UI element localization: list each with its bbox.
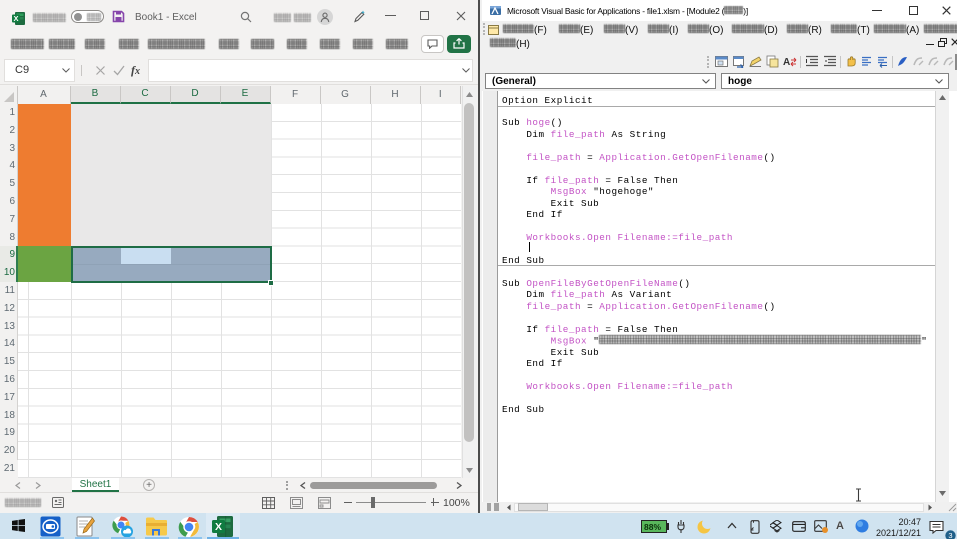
- svg-text:3: 3: [948, 531, 952, 539]
- svg-text:A: A: [783, 57, 790, 68]
- svg-text:X: X: [215, 521, 222, 533]
- svg-text:X: X: [13, 14, 18, 23]
